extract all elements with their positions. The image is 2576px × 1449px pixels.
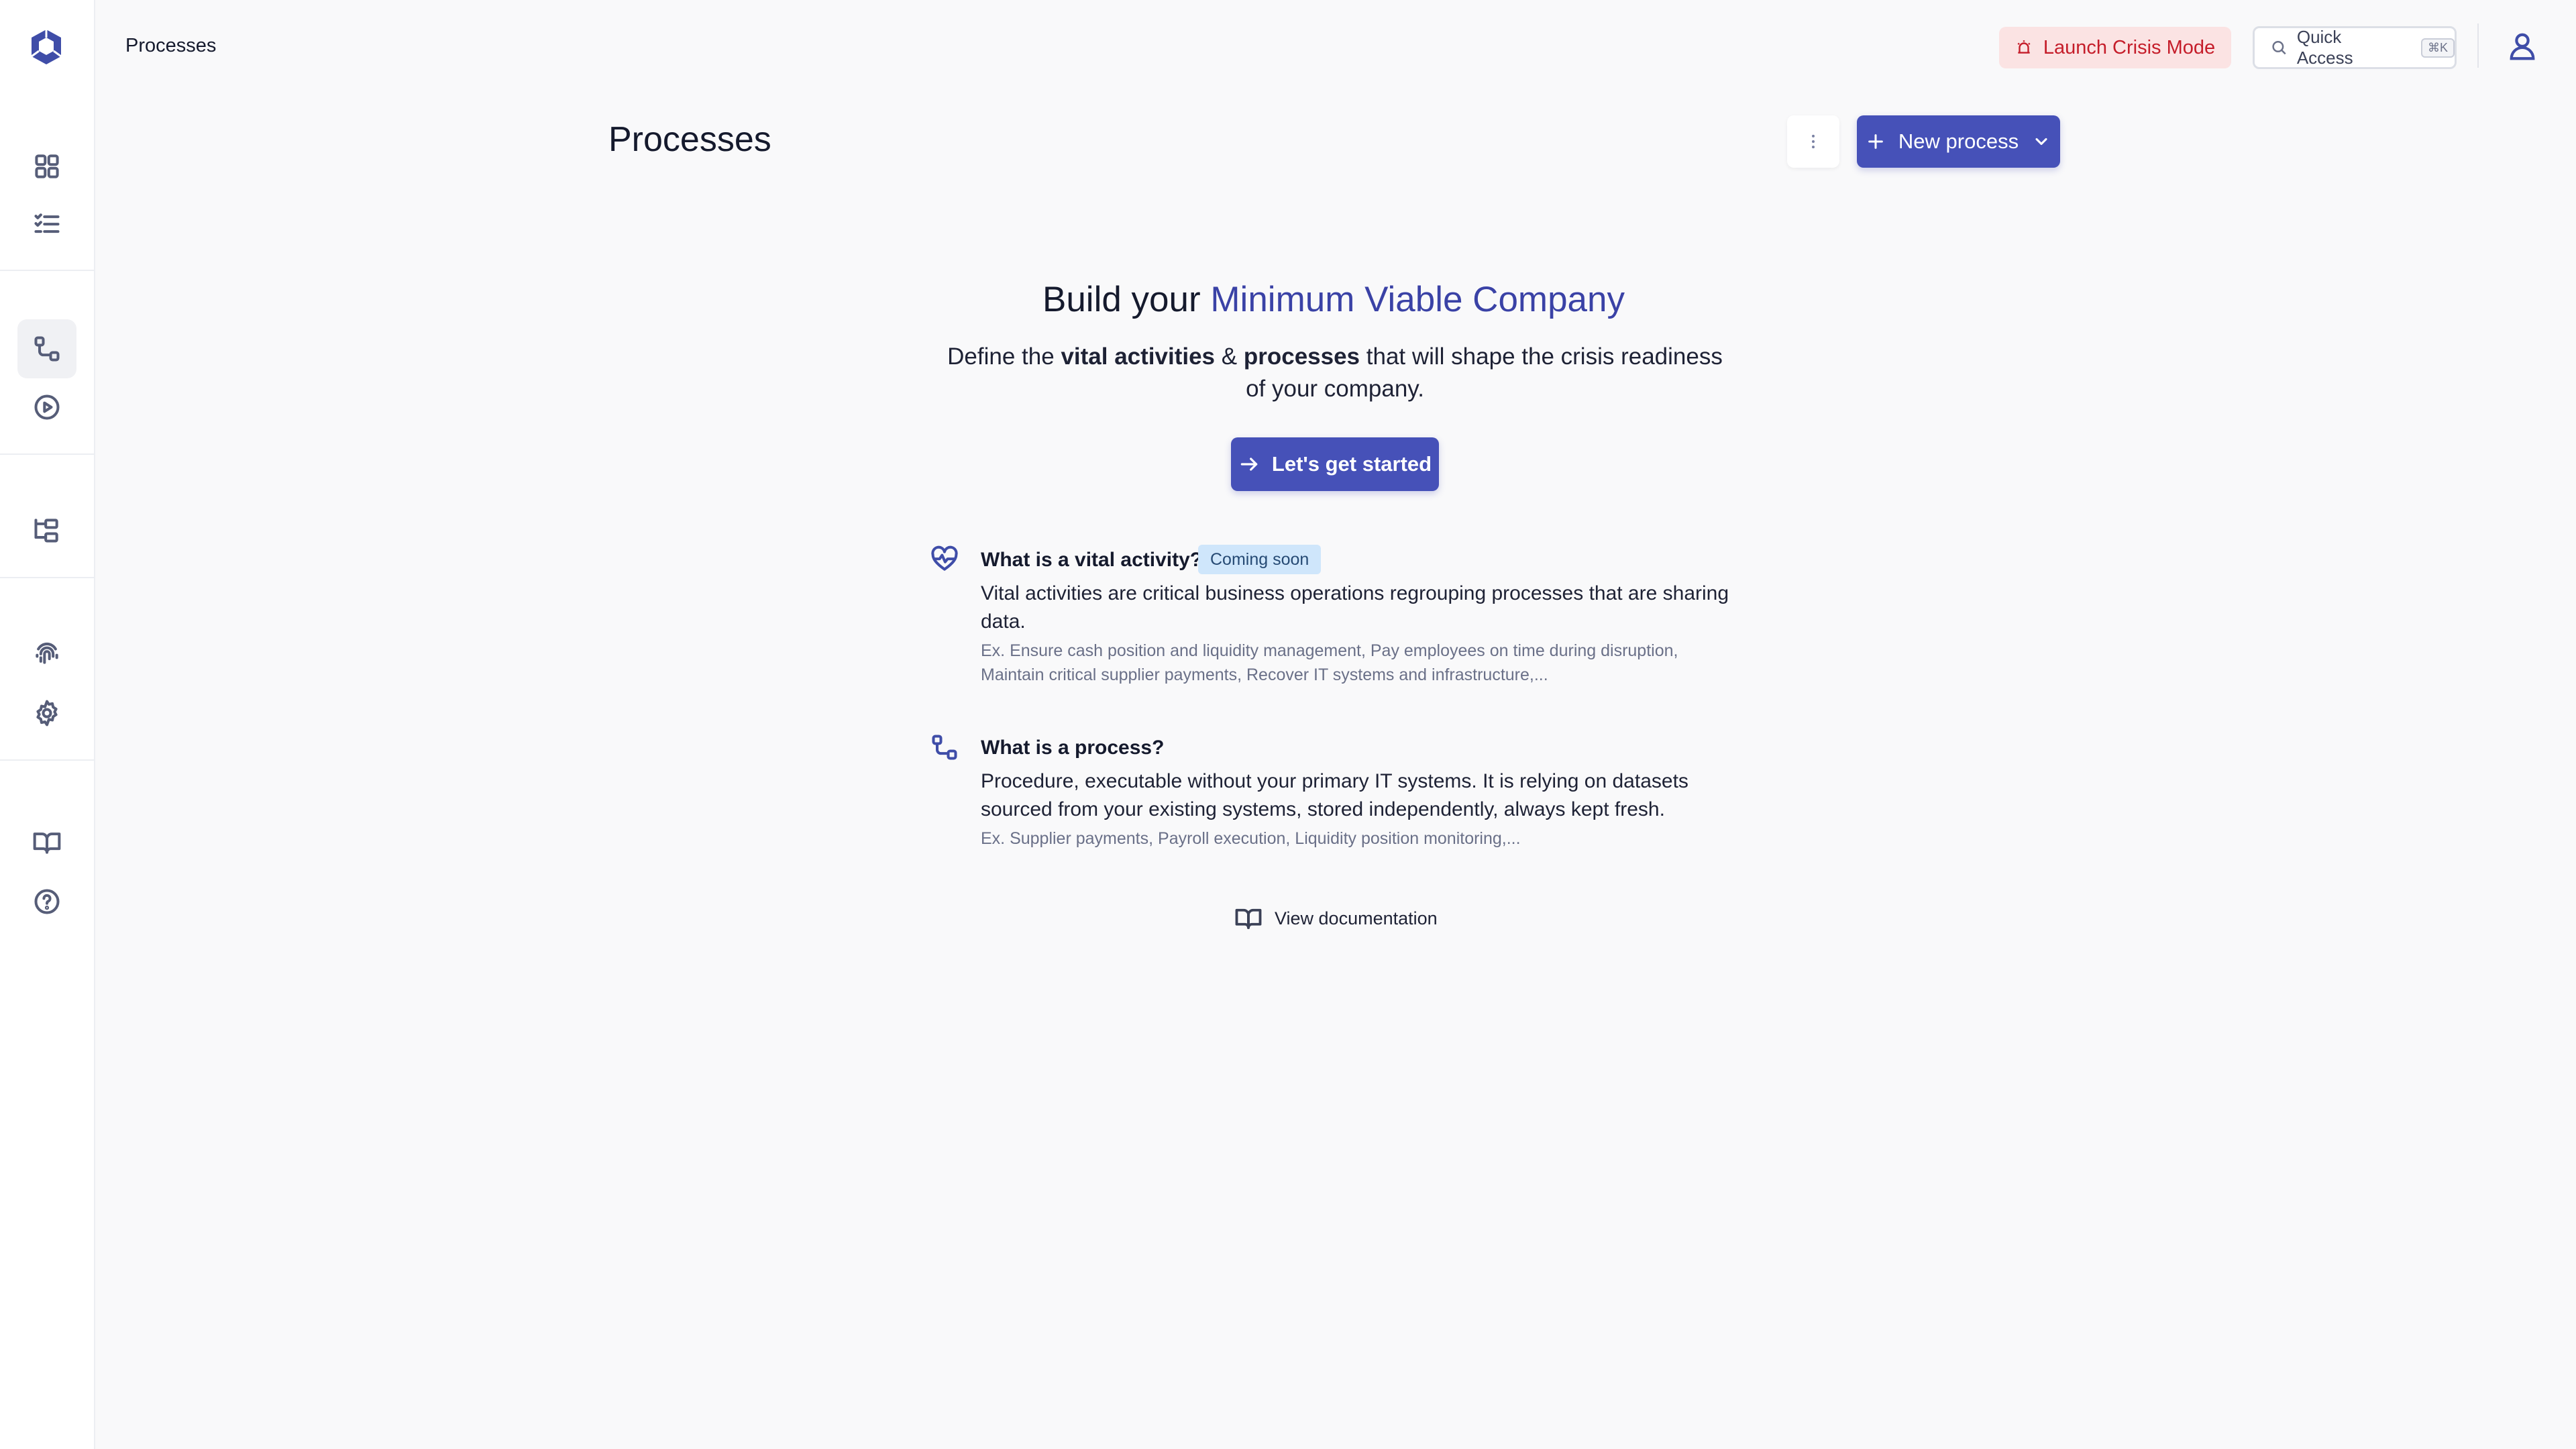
- hero-title-prefix: Build your: [1042, 280, 1201, 319]
- more-options-button[interactable]: [1787, 115, 1839, 168]
- sidebar-divider: [0, 577, 94, 578]
- launch-crisis-mode-button[interactable]: Launch Crisis Mode: [1999, 27, 2231, 68]
- hero-title-accent: Minimum Viable Company: [1210, 280, 1625, 319]
- sidebar-item-help[interactable]: [17, 872, 76, 931]
- arrow-right-icon: [1240, 458, 1258, 471]
- launch-crisis-mode-label: Launch Crisis Mode: [2043, 36, 2216, 58]
- sidebar-item-settings[interactable]: [17, 684, 76, 743]
- play-circle-icon: [34, 394, 60, 420]
- sidebar-divider: [0, 453, 94, 455]
- sidebar-item-documentation[interactable]: [17, 813, 76, 872]
- view-documentation-link[interactable]: View documentation: [1234, 904, 1438, 932]
- heart-pulse-icon: [930, 545, 959, 574]
- user-menu-button[interactable]: [2507, 31, 2538, 62]
- sidebar: [0, 0, 95, 1449]
- hero-subtitle: Define the vital activities & processes …: [946, 341, 1724, 405]
- vital-activity-title: What is a vital activity?: [981, 549, 1203, 571]
- help-circle-icon: [34, 889, 60, 914]
- vital-activity-info: What is a vital activity? Coming soon Vi…: [930, 545, 1735, 692]
- quick-access-search[interactable]: Quick Access ⌘K: [2253, 26, 2457, 69]
- more-vertical-icon: [1812, 134, 1815, 149]
- sidebar-item-processes[interactable]: [17, 319, 76, 378]
- breadcrumb: Processes: [125, 35, 217, 56]
- dashboard-grid-icon: [35, 154, 59, 178]
- book-icon: [33, 833, 61, 854]
- sidebar-item-dashboard[interactable]: [17, 137, 76, 196]
- quick-access-label: Quick Access: [2296, 27, 2353, 68]
- settings-gear-icon: [36, 700, 58, 727]
- search-icon: [2272, 40, 2286, 55]
- user-icon: [2510, 33, 2535, 60]
- process-description: Procedure, executable without your prima…: [981, 770, 1688, 820]
- sidebar-item-organization[interactable]: [17, 500, 76, 559]
- sidebar-divider: [0, 270, 94, 271]
- coming-soon-badge: Coming soon: [1198, 545, 1322, 574]
- hero-subtitle-text: Define the: [947, 343, 1055, 370]
- process-flow-icon: [930, 733, 959, 762]
- process-title: What is a process?: [981, 737, 1165, 759]
- new-process-button[interactable]: New process: [1857, 115, 2060, 168]
- hero-title: Build your Minimum Viable Company: [0, 279, 2576, 320]
- process-flow-icon: [34, 336, 60, 362]
- sidebar-item-checklist[interactable]: [17, 195, 76, 254]
- vital-activity-description: Vital activities are critical business o…: [981, 582, 1729, 633]
- plus-icon: [1868, 134, 1883, 149]
- header-divider: [2477, 23, 2479, 68]
- checklist-icon: [34, 213, 60, 233]
- sidebar-divider: [0, 759, 94, 761]
- siren-icon: [2017, 40, 2031, 54]
- process-example: Ex. Supplier payments, Payroll execution…: [981, 829, 1521, 848]
- process-info: What is a process? Procedure, executable…: [930, 733, 1735, 853]
- new-process-label: New process: [1898, 129, 2019, 153]
- hero-subtitle-bold: vital activities: [1061, 343, 1216, 370]
- get-started-label: Let's get started: [1271, 452, 1432, 476]
- hero-subtitle-text: &: [1221, 343, 1238, 370]
- get-started-button[interactable]: Let's get started: [1231, 437, 1439, 491]
- sidebar-item-security[interactable]: [17, 623, 76, 682]
- view-documentation-label: View documentation: [1275, 908, 1438, 928]
- keyboard-shortcut-badge: ⌘K: [2420, 38, 2455, 58]
- vital-activity-example: Ex. Ensure cash position and liquidity m…: [981, 641, 1678, 684]
- app-logo[interactable]: [29, 28, 64, 66]
- chevron-down-icon: [2035, 138, 2047, 146]
- book-icon: [1235, 908, 1262, 929]
- page-title: Processes: [608, 120, 771, 159]
- hierarchy-icon: [34, 519, 58, 543]
- hero-subtitle-bold: processes: [1243, 343, 1360, 370]
- fingerprint-icon: [36, 642, 58, 664]
- sidebar-item-runs[interactable]: [17, 378, 76, 437]
